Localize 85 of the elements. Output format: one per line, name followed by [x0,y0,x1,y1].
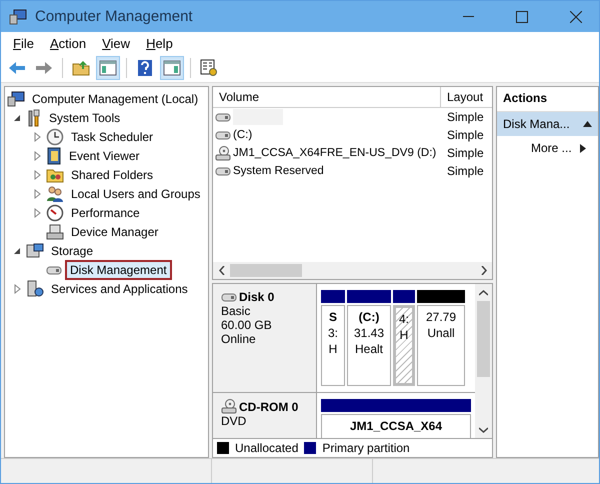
computer-icon [7,90,25,106]
disk-info: Online [221,332,257,346]
partition-info: H [400,327,408,343]
scroll-down-icon [479,426,488,432]
properties-icon [200,59,218,77]
cd-drive-icon [215,146,231,160]
tree-item[interactable]: System Tools [45,108,124,126]
tree-item[interactable]: Disk Management [65,260,172,280]
storage-icon [26,242,44,258]
tree-item[interactable]: Task Scheduler [67,128,158,146]
partition-info: H [328,341,338,357]
computer-icon [9,8,27,24]
menu-item[interactable]: Action [44,36,92,50]
folder-up-icon [72,60,90,76]
partition-label: JM1_CCSA_X64 [350,418,442,434]
toolbar-button[interactable] [96,56,120,80]
disk-info: Basic [221,304,252,318]
tree-item[interactable]: Computer Management (Local) [28,90,202,108]
device-icon [46,224,64,240]
partition[interactable]: JM1_CCSA_X64 [321,414,471,438]
action-pane-icon [163,60,181,76]
toolbar-button[interactable] [160,56,184,80]
legend-label: Primary partition [322,441,410,455]
tree-item[interactable]: Services and Applications [47,280,192,298]
partition[interactable]: 27.79 Unall [417,305,465,386]
forward-arrow-icon [35,61,53,75]
tree-item[interactable]: Device Manager [67,222,162,240]
volume-name: System Reserved [233,165,324,177]
vertical-scrollbar[interactable] [475,284,492,438]
scroll-right-icon [480,266,486,275]
layout-cell-text: Simple [446,110,484,124]
partition-info: 31.43 [354,325,384,341]
users-icon [46,184,64,202]
close-icon [570,10,582,22]
tree-pane-icon [99,60,117,76]
partition-label: (C:) [358,309,380,325]
menu-item[interactable]: View [96,36,136,50]
submenu-arrow-icon [580,144,586,152]
menu-item[interactable]: File [7,36,40,50]
disk-name: Disk 0 [239,290,274,304]
scroll-left-icon [218,266,224,275]
back-arrow-icon [8,61,26,75]
column-header[interactable]: Volume [213,87,441,107]
layout-cell-text: Simple [446,164,484,178]
legend-label: Unallocated [235,441,298,455]
disk-name: CD-ROM 0 [239,400,298,414]
log-book-icon [46,146,62,164]
maximize-icon [516,10,528,22]
partition[interactable]: S 3: H [321,305,345,386]
redacted-block [233,109,283,125]
cd-drive-icon [221,399,237,414]
partition-info: Healt [354,341,383,357]
clock-icon [46,128,64,146]
disk-info: 60.00 GB [221,318,273,332]
collapse-icon [583,121,592,127]
shared-folder-icon [46,166,64,182]
tree-item[interactable]: Local Users and Groups [67,184,204,202]
partition-info: Unall [427,325,455,341]
tree-item[interactable]: Storage [47,242,98,260]
window-title: Computer Management [35,8,194,25]
services-icon [26,280,44,298]
layout-cell-text: Simple [446,146,484,160]
tree-item[interactable]: Performance [67,204,144,222]
disk-info: DVD [221,414,248,428]
minimize-icon [462,16,474,18]
partition[interactable]: 4: H [393,305,415,386]
volume-name: (C:) [233,129,252,141]
gauge-icon [46,204,64,222]
tools-icon [26,108,42,126]
disk-drive-icon [46,264,62,276]
layout-cell-text: Simple [446,128,484,142]
partition-label: S [328,309,337,325]
pane-link[interactable]: More ... [497,136,598,160]
partition-info: 4: [399,311,410,327]
scroll-up-icon [479,290,488,296]
help-icon [137,59,153,77]
partition-info: 3: [328,325,338,341]
partition-info: 27.79 [426,309,456,325]
volume-name: JM1_CCSA_X64FRE_EN-US_DV9 (D:) [233,147,436,159]
pane-section-header[interactable]: Disk Mana... [497,112,598,136]
horizontal-scrollbar[interactable] [213,262,492,279]
menu-item[interactable]: Help [140,36,179,50]
partition[interactable]: (C:) 31.43 Healt [347,305,391,386]
tree-item[interactable]: Event Viewer [65,146,144,164]
tree-item[interactable]: Shared Folders [67,166,158,184]
